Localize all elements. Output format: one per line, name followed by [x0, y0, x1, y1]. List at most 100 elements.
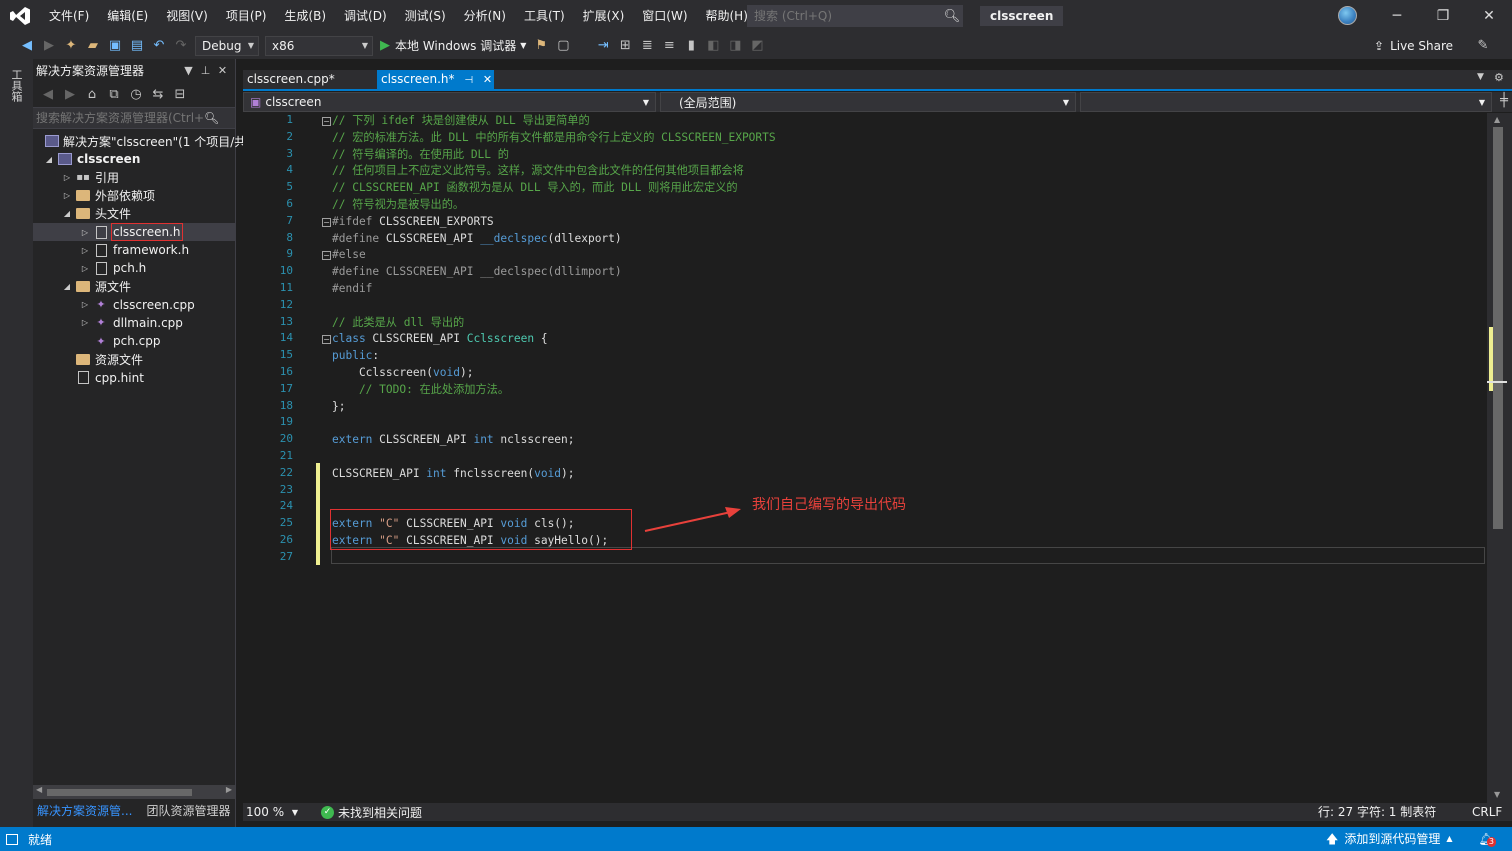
- scroll-left-icon[interactable]: ◀: [36, 785, 42, 794]
- code-line[interactable]: #ifdef CLSSCREEN_EXPORTS: [332, 214, 494, 231]
- tree-item-file[interactable]: ▷ pch.h: [33, 259, 235, 277]
- tree-item-cpp[interactable]: ✦ pch.cpp: [33, 332, 235, 350]
- start-debugging-button[interactable]: ▶ 本地 Windows 调试器 ▼: [376, 35, 530, 57]
- live-share-button[interactable]: ⇪ Live Share: [1374, 36, 1453, 56]
- dropdown-icon[interactable]: ▼: [180, 64, 197, 77]
- configuration-dropdown[interactable]: Debug ▼: [195, 35, 259, 56]
- code-line[interactable]: extern CLSSCREEN_API int nclsscreen;: [332, 432, 575, 449]
- notifications-bell[interactable]: 🔔︎ 3: [1476, 831, 1496, 847]
- switch-views-icon[interactable]: ⧉: [103, 83, 125, 105]
- solution-explorer-search-input[interactable]: [36, 111, 204, 125]
- scroll-down-icon[interactable]: ▼: [1494, 790, 1500, 799]
- pending-changes-icon[interactable]: ◷: [125, 83, 147, 105]
- scroll-up-icon[interactable]: ▲: [1494, 115, 1500, 124]
- expanded-icon[interactable]: ◢: [61, 209, 73, 218]
- scroll-right-icon[interactable]: ▶: [226, 785, 232, 794]
- tree-item-folder[interactable]: 资源文件: [33, 350, 235, 368]
- menu-item-7[interactable]: 分析(N): [455, 0, 515, 32]
- tree-item-cpp[interactable]: ▷ ✦ clsscreen.cpp: [33, 296, 235, 314]
- menu-item-9[interactable]: 扩展(X): [574, 0, 634, 32]
- open-file-icon[interactable]: ▰: [82, 35, 104, 57]
- feedback-icon[interactable]: ✎: [1472, 34, 1494, 56]
- menu-item-1[interactable]: 编辑(E): [98, 0, 157, 32]
- tree-item-cpp[interactable]: ▷ ✦ dllmain.cpp: [33, 314, 235, 332]
- quick-search-box[interactable]: 🔍︎: [747, 5, 963, 27]
- solution-explorer-search[interactable]: 🔍︎: [33, 107, 235, 129]
- next-bookmark-icon[interactable]: ◨: [724, 35, 746, 57]
- navigate-forward-icon[interactable]: ▶: [38, 35, 60, 57]
- close-icon[interactable]: ✕: [214, 64, 231, 77]
- collapsed-icon[interactable]: ▷: [79, 264, 91, 273]
- menu-item-6[interactable]: 测试(S): [396, 0, 455, 32]
- close-icon[interactable]: ✕: [483, 73, 492, 86]
- menu-item-8[interactable]: 工具(T): [515, 0, 574, 32]
- menu-item-2[interactable]: 视图(V): [157, 0, 217, 32]
- redo-icon[interactable]: ↷: [170, 35, 192, 57]
- code-line[interactable]: // 符号编译的。在使用此 DLL 的: [332, 147, 509, 164]
- screenshot-icon[interactable]: ▢: [552, 35, 574, 57]
- tree-item-file[interactable]: cpp.hint: [33, 368, 235, 386]
- code-line[interactable]: // 符号视为是被导出的。: [332, 197, 464, 214]
- tree-item-references[interactable]: ▷ ▪▪ 引用: [33, 168, 235, 186]
- code-line[interactable]: #endif: [332, 281, 372, 298]
- forward-icon[interactable]: ▶: [59, 83, 81, 105]
- collapse-region-icon[interactable]: −: [322, 217, 331, 227]
- code-line[interactable]: // TODO: 在此处添加方法。: [332, 382, 509, 399]
- code-line[interactable]: #define CLSSCREEN_API __declspec(dllimpo…: [332, 264, 622, 281]
- clear-bookmarks-icon[interactable]: ◩: [746, 35, 768, 57]
- restore-button[interactable]: ❐: [1420, 0, 1466, 32]
- vertical-scrollbar[interactable]: ▲ ▼: [1487, 113, 1512, 803]
- toolbox-tab[interactable]: 工具箱: [8, 69, 24, 102]
- code-line[interactable]: CLSSCREEN_API int fnclsscreen(void);: [332, 466, 575, 483]
- search-icon[interactable]: 🔍︎: [942, 9, 962, 24]
- account-avatar[interactable]: [1338, 6, 1357, 25]
- menu-item-5[interactable]: 调试(D): [335, 0, 396, 32]
- tree-item-file[interactable]: ▷ clsscreen.h: [33, 222, 235, 242]
- menu-item-4[interactable]: 生成(B): [275, 0, 335, 32]
- bookmark-icon[interactable]: ▮: [680, 35, 702, 57]
- tab-overflow-icon[interactable]: ▼: [1477, 72, 1484, 82]
- global-scope-dropdown[interactable]: (全局范围) ▼: [660, 92, 1076, 112]
- menu-item-0[interactable]: 文件(F): [40, 0, 98, 32]
- tree-item-folder[interactable]: ◢ 头文件: [33, 205, 235, 223]
- code-line[interactable]: };: [332, 399, 345, 416]
- scrollbar-thumb[interactable]: [47, 789, 192, 796]
- tree-item-project[interactable]: ◢ clsscreen: [33, 150, 235, 168]
- indent-icon[interactable]: ≣: [636, 35, 658, 57]
- tree-item-folder[interactable]: ▷ 外部依赖项: [33, 187, 235, 205]
- horizontal-scrollbar[interactable]: ◀ ▶: [33, 785, 235, 799]
- minimize-button[interactable]: ─: [1374, 0, 1420, 32]
- code-line[interactable]: public:: [332, 348, 379, 365]
- add-to-source-control-button[interactable]: 🡅 添加到源代码管理 ▲: [1326, 827, 1453, 851]
- quick-search-input[interactable]: [754, 9, 942, 23]
- project-scope-dropdown[interactable]: ▣ clsscreen ▼: [243, 92, 656, 112]
- prev-bookmark-icon[interactable]: ◧: [702, 35, 724, 57]
- scrollbar-thumb[interactable]: [1493, 127, 1503, 529]
- code-line[interactable]: // 宏的标准方法。此 DLL 中的所有文件都是用命令行上定义的 CLSSCRE…: [332, 130, 776, 147]
- zoom-dropdown[interactable]: 100 % ▼: [243, 805, 301, 819]
- collapse-region-icon[interactable]: −: [322, 117, 331, 126]
- collapse-region-icon[interactable]: −: [322, 251, 331, 261]
- code-line[interactable]: // 任何项目上不应定义此符号。这样，源文件中包含此文件的任何其他项目都会将: [332, 163, 744, 180]
- pin-icon[interactable]: ⊣: [464, 75, 473, 86]
- code-line[interactable]: // 此类是从 dll 导出的: [332, 315, 464, 332]
- gear-icon[interactable]: ⚙: [1494, 71, 1504, 84]
- code-line[interactable]: #define CLSSCREEN_API __declspec(dllexpo…: [332, 231, 622, 248]
- undo-icon[interactable]: ↶: [148, 35, 170, 57]
- collapsed-icon[interactable]: ▷: [79, 318, 91, 327]
- collapse-all-icon[interactable]: ⊟: [169, 83, 191, 105]
- outdent-icon[interactable]: ≡: [658, 35, 680, 57]
- issues-indicator[interactable]: ✓ 未找到相关问题: [321, 804, 422, 821]
- code-line[interactable]: // 下列 ifdef 块是创建使从 DLL 导出更简单的: [332, 113, 590, 130]
- format-icon[interactable]: ⊞: [614, 35, 636, 57]
- search-icon[interactable]: 🔍︎: [204, 111, 219, 125]
- menu-item-10[interactable]: 窗口(W): [633, 0, 696, 32]
- member-dropdown[interactable]: ▼: [1080, 92, 1492, 112]
- sync-icon[interactable]: ⇆: [147, 83, 169, 105]
- home-icon[interactable]: ⌂: [81, 83, 103, 105]
- back-icon[interactable]: ◀: [37, 83, 59, 105]
- expanded-icon[interactable]: ◢: [43, 155, 55, 164]
- navigate-back-icon[interactable]: ◀: [16, 35, 38, 57]
- tree-item-folder[interactable]: ◢ 源文件: [33, 278, 235, 296]
- tree-item-solution[interactable]: 解决方案"clsscreen"(1 个项目/共: [33, 132, 246, 150]
